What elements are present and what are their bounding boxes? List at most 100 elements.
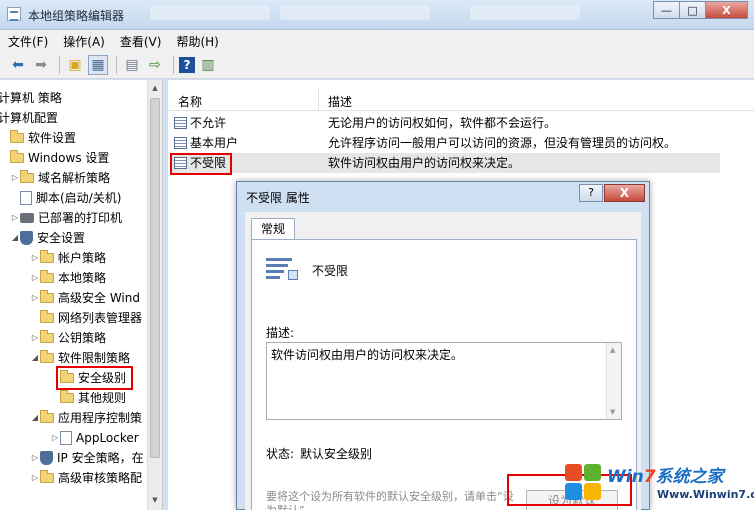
dialog-close-button[interactable]: X xyxy=(604,184,645,202)
maximize-button[interactable]: □ xyxy=(679,1,706,19)
tree-node-label: IP 安全策略，在 xyxy=(57,451,144,465)
close-button[interactable]: X xyxy=(705,1,748,19)
status-value: 默认安全级别 xyxy=(300,447,373,461)
list-row-selected[interactable]: 不受限 软件访问权由用户的访问权来决定。 xyxy=(172,153,720,173)
properties-icon[interactable]: ▤ xyxy=(122,55,142,75)
dialog-help-button[interactable]: ? xyxy=(579,184,603,202)
list-row[interactable]: 不允许 无论用户的访问权如何，软件都不会运行。 xyxy=(172,113,720,133)
tree-node[interactable]: ◢ 应用程序控制策 xyxy=(30,408,142,428)
menu-action[interactable]: 操作(A) xyxy=(63,33,105,50)
menu-file[interactable]: 文件(F) xyxy=(8,33,48,50)
watermark-url: Www.Winwin7.com xyxy=(657,488,754,501)
tree-node[interactable]: ▷ 已部署的打印机 xyxy=(10,208,122,228)
back-arrow-icon[interactable]: ⬅ xyxy=(8,55,28,75)
expand-arrow-icon[interactable]: ▷ xyxy=(30,328,40,348)
toolbar-separator xyxy=(59,56,60,74)
tree-node[interactable]: ▷ IP 安全策略，在 xyxy=(30,448,144,468)
policy-icon xyxy=(174,117,187,129)
console-tree[interactable]: 计算机 策略计算机配置软件设置 Windows 设置 ▷ 域名解析策略 脚本(启动/关机… xyxy=(0,80,163,510)
minimize-button[interactable]: — xyxy=(653,1,680,19)
column-header-name[interactable]: 名称 xyxy=(178,93,202,110)
tree-scrollbar[interactable]: ▲ ▼ xyxy=(147,80,162,510)
description-textbox[interactable]: 软件访问权由用户的访问权来决定。 ▲ ▼ xyxy=(266,342,622,420)
expand-arrow-icon[interactable]: ▷ xyxy=(30,468,40,488)
tree-node-label: 网络列表管理器 xyxy=(58,311,143,325)
expand-arrow-icon[interactable]: ▷ xyxy=(50,428,60,448)
up-folder-icon[interactable]: ▣ xyxy=(65,55,85,75)
scroll-up-arrow-icon[interactable]: ▲ xyxy=(610,346,615,354)
tree-node[interactable]: 计算机配置 xyxy=(0,108,58,128)
tree-node-label: 计算机配置 xyxy=(0,111,59,125)
list-header: 名称 描述 xyxy=(168,89,754,111)
tree-node[interactable]: ▷ 公钥策略 xyxy=(30,328,106,348)
status-line: 状态: 默认安全级别 xyxy=(266,445,372,462)
tree-node[interactable]: ▷ AppLocker xyxy=(50,428,139,448)
tree-node[interactable]: 网络列表管理器 xyxy=(30,308,142,328)
tree-node-label: 本地策略 xyxy=(58,271,107,285)
tree-node[interactable]: ▷ 高级安全 Wind xyxy=(30,288,140,308)
policy-name: 不受限 xyxy=(312,264,349,278)
description-scrollbar[interactable]: ▲ ▼ xyxy=(606,343,621,419)
expand-arrow-icon[interactable]: ▷ xyxy=(30,268,40,288)
title-bar: 本地组策略编辑器 — □ X xyxy=(0,0,754,30)
tree-node[interactable]: ▷ 域名解析策略 xyxy=(10,168,110,188)
show-action-pane-icon[interactable]: ▥ xyxy=(198,55,218,75)
tree-node[interactable]: 安全级别 xyxy=(50,368,126,388)
tree-node[interactable]: ◢ 软件限制策略 xyxy=(30,348,130,368)
watermark: Win7系统之家 Www.Winwin7.com xyxy=(563,458,754,510)
tree-node-label: 公钥策略 xyxy=(58,331,107,345)
export-list-icon[interactable]: ⇨ xyxy=(145,55,165,75)
tree-node-label: 安全级别 xyxy=(78,371,127,385)
list-row[interactable]: 基本用户 允许程序访问一般用户可以访问的资源，但没有管理员的访问权。 xyxy=(172,133,720,153)
help-icon[interactable]: ? xyxy=(179,57,195,73)
toolbar-separator xyxy=(116,56,117,74)
scroll-thumb[interactable] xyxy=(150,98,160,458)
tree-node[interactable]: ◢ 安全设置 xyxy=(10,228,85,248)
tree-node-label: Windows 设置 xyxy=(28,151,110,165)
shield-icon xyxy=(20,231,33,245)
tree-node-label: 已部署的打印机 xyxy=(38,211,123,225)
tree-node[interactable]: Windows 设置 xyxy=(10,148,109,168)
blurred-taskbar-area xyxy=(470,6,580,20)
folder-icon xyxy=(40,350,54,363)
tree-node[interactable]: ▷ 高级审核策略配 xyxy=(30,468,142,488)
show-hide-tree-icon[interactable]: ▦ xyxy=(88,55,108,75)
tree-node-label: 高级审核策略配 xyxy=(58,471,143,485)
tree-node-label: 应用程序控制策 xyxy=(58,411,143,425)
scroll-up-arrow-icon[interactable]: ▲ xyxy=(150,84,160,94)
menu-help[interactable]: 帮助(H) xyxy=(176,33,218,50)
tree-node-label: 软件限制策略 xyxy=(58,351,131,365)
folder-icon xyxy=(10,150,24,163)
tree-node[interactable]: 其他规则 xyxy=(50,388,126,408)
tab-general[interactable]: 常规 xyxy=(251,218,295,240)
status-label: 状态: xyxy=(266,447,295,461)
tree-node[interactable]: 计算机 策略 xyxy=(0,88,62,108)
expand-arrow-icon[interactable]: ▷ xyxy=(30,448,40,468)
expand-arrow-icon[interactable]: ◢ xyxy=(10,228,20,248)
folder-icon xyxy=(40,250,54,263)
column-divider[interactable] xyxy=(318,89,319,111)
tree-node[interactable]: ▷ 本地策略 xyxy=(30,268,106,288)
row-description: 允许程序访问一般用户可以访问的资源，但没有管理员的访问权。 xyxy=(328,136,677,150)
tree-node[interactable]: ▷ 帐户策略 xyxy=(30,248,106,268)
column-header-description[interactable]: 描述 xyxy=(328,93,352,110)
tree-node[interactable]: 脚本(启动/关机) xyxy=(10,188,121,208)
expand-arrow-icon[interactable]: ◢ xyxy=(30,348,40,368)
tree-node-label: 软件设置 xyxy=(28,131,77,145)
tree-node[interactable]: 软件设置 xyxy=(10,128,76,148)
expand-arrow-icon[interactable]: ▷ xyxy=(10,208,20,228)
windows-logo-icon xyxy=(563,462,603,502)
tree-node-label: 域名解析策略 xyxy=(38,171,111,185)
tree-node-label: 脚本(启动/关机) xyxy=(36,191,122,205)
tree-node-label: 帐户策略 xyxy=(58,251,107,265)
scroll-down-arrow-icon[interactable]: ▼ xyxy=(610,408,615,416)
expand-arrow-icon[interactable]: ◢ xyxy=(30,408,40,428)
row-name: 不允许 xyxy=(190,116,227,130)
scroll-down-arrow-icon[interactable]: ▼ xyxy=(150,496,160,506)
expand-arrow-icon[interactable]: ▷ xyxy=(30,248,40,268)
expand-arrow-icon[interactable]: ▷ xyxy=(10,168,20,188)
menu-view[interactable]: 查看(V) xyxy=(120,33,162,50)
forward-arrow-icon[interactable]: ➡ xyxy=(31,55,51,75)
expand-arrow-icon[interactable]: ▷ xyxy=(30,288,40,308)
row-name: 基本用户 xyxy=(190,136,239,150)
